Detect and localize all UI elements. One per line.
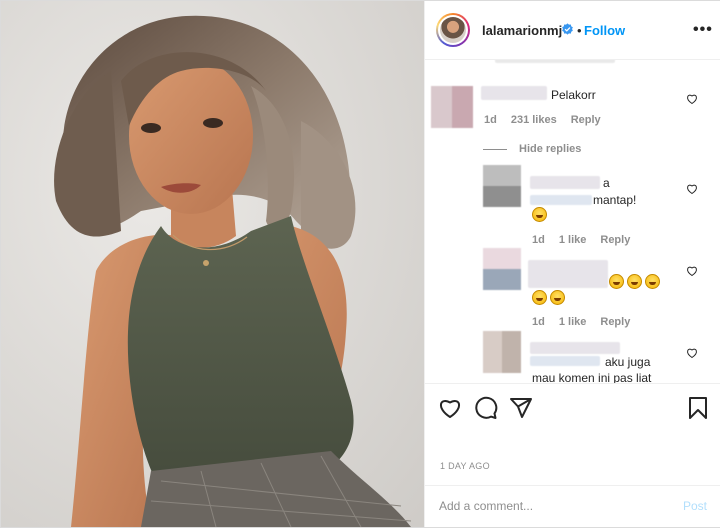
- post-photo[interactable]: [1, 1, 424, 527]
- emoji-group: [609, 273, 663, 291]
- blurred-mention: [530, 356, 600, 366]
- avatar[interactable]: [436, 13, 470, 47]
- reply-avatar[interactable]: [483, 248, 521, 290]
- reply-avatar[interactable]: [483, 165, 521, 207]
- grinning-emoji-icon: [609, 274, 624, 290]
- reply-text: a: [603, 176, 610, 190]
- comment-text: Pelakorr: [551, 88, 596, 102]
- follow-button[interactable]: Follow: [584, 23, 625, 38]
- username-link[interactable]: lalamarionmj: [482, 23, 562, 38]
- reply-text: mantap!: [593, 193, 637, 207]
- blurred-username: [528, 260, 608, 288]
- verified-badge-icon: [562, 23, 573, 35]
- blurred-mention: [530, 195, 592, 205]
- comment-likes[interactable]: 231 likes: [511, 114, 557, 126]
- bookmark-icon[interactable]: [686, 396, 710, 420]
- comment-icon[interactable]: [474, 396, 498, 420]
- reply-button[interactable]: Reply: [600, 316, 630, 328]
- add-comment-input[interactable]: [439, 499, 659, 513]
- blurred-username: [530, 176, 600, 189]
- more-options-button[interactable]: •••: [693, 21, 713, 39]
- reply-age: 1d: [532, 234, 545, 246]
- avatar-image: [440, 17, 466, 43]
- reply-likes[interactable]: 1 like: [559, 316, 587, 328]
- heart-icon[interactable]: [686, 183, 698, 195]
- action-bar: [425, 383, 720, 424]
- rofl-emoji-icon: [645, 274, 660, 290]
- reply-meta: 1d 1 like Reply: [532, 234, 644, 246]
- portrait-image: [1, 1, 424, 527]
- comment-age: 1d: [484, 114, 497, 126]
- post-timestamp: 1 DAY AGO: [440, 461, 490, 471]
- heart-icon[interactable]: [686, 93, 698, 105]
- reply-age: 1d: [532, 316, 545, 328]
- comment-meta: 1d 231 likes Reply: [484, 114, 615, 126]
- comment-avatar[interactable]: [431, 86, 473, 128]
- heart-icon[interactable]: [686, 265, 698, 277]
- rofl-emoji-icon: [627, 274, 642, 290]
- laughing-emoji-icon: [532, 207, 547, 222]
- blurred-username: [481, 86, 547, 100]
- reply-text: aku juga: [605, 355, 651, 369]
- replies-divider: [483, 149, 507, 150]
- add-comment-bar: Post: [425, 485, 720, 528]
- share-icon[interactable]: [509, 396, 533, 420]
- rofl-emoji-icon: [550, 290, 565, 306]
- separator-dot: •: [577, 23, 582, 38]
- reply-button[interactable]: Reply: [571, 114, 601, 126]
- rofl-emoji-icon: [532, 290, 547, 306]
- reply-meta: 1d 1 like Reply: [532, 316, 644, 328]
- heart-icon[interactable]: [438, 396, 462, 420]
- comments-list[interactable]: Pelakorr 1d 231 likes Reply Hide replies a…: [425, 60, 720, 383]
- reply-likes[interactable]: 1 like: [559, 234, 587, 246]
- reply-button[interactable]: Reply: [600, 234, 630, 246]
- heart-icon[interactable]: [686, 347, 698, 359]
- post-side-panel: lalamarionmj • Follow ••• Pelakorr 1d 231…: [424, 1, 720, 527]
- reply-text: mau komen ini pas liat: [532, 371, 652, 383]
- clipped-comment-text: [495, 60, 615, 63]
- emoji-group: [532, 289, 568, 307]
- reply-avatar[interactable]: [483, 331, 521, 373]
- post-header: lalamarionmj • Follow •••: [425, 1, 720, 60]
- hide-replies-button[interactable]: Hide replies: [519, 143, 581, 155]
- post-comment-button[interactable]: Post: [683, 499, 707, 513]
- blurred-username: [530, 342, 620, 354]
